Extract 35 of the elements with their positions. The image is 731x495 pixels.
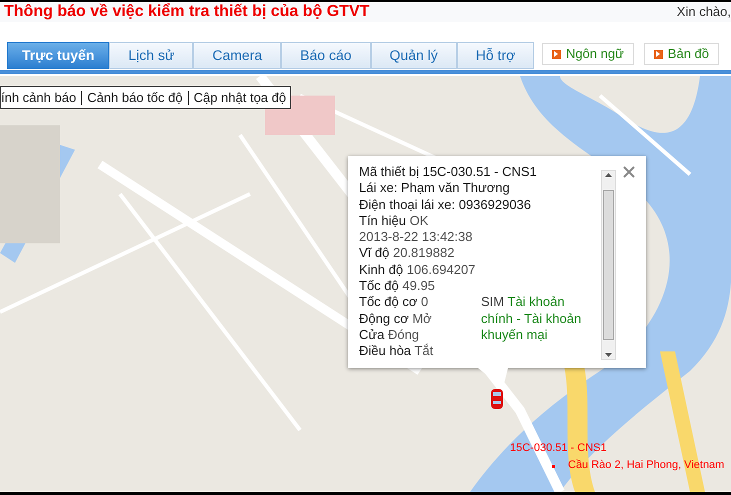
toolbar-link[interactable]: ính cảnh báo	[1, 88, 76, 108]
greeting-text: Xin chào,	[676, 3, 731, 22]
nav-tab[interactable]: Camera	[193, 42, 282, 69]
info-line: Điều hòa Tắt	[359, 343, 434, 360]
info-line: Cửa Đóng	[359, 326, 420, 344]
info-line: Tốc độ cơ 0	[359, 294, 428, 311]
info-line: Tín hiệu OK	[359, 212, 428, 230]
info-line: 2013-8-22 13:42:38	[359, 229, 472, 246]
info-line: Tốc độ 49.95	[359, 278, 435, 294]
info-line: Kinh độ 106.694207	[359, 262, 476, 278]
header-button[interactable]: Bản đồ	[644, 43, 719, 65]
toolbar-link[interactable]: Cập nhật tọa độ	[194, 88, 286, 108]
car-icon[interactable]	[491, 389, 503, 409]
info-line: Động cơ Mở	[359, 310, 432, 327]
scroll-down-icon[interactable]	[605, 353, 612, 357]
play-icon	[654, 50, 663, 58]
nav-tab[interactable]: Hỗ trợ	[456, 42, 534, 69]
nav-tab[interactable]: Trực tuyến	[7, 42, 110, 69]
nav-tab[interactable]: Lịch sử	[109, 42, 194, 69]
marker-label: 15C-030.51 - CNS1	[510, 441, 608, 456]
marker-address: Cầu Rào 2, Hai Phong, Vietnam	[568, 458, 724, 473]
close-icon[interactable]	[623, 166, 635, 178]
info-line: Lái xe: Phạm văn Thương	[359, 180, 510, 197]
play-icon	[552, 50, 561, 58]
scroll-thumb[interactable]	[603, 190, 614, 340]
scroll-up-icon[interactable]	[605, 173, 612, 177]
info-line: Vĩ độ 20.819882	[359, 245, 454, 262]
info-line: Điện thoại lái xe: 0936929036	[359, 196, 532, 213]
info-line: Mã thiết bị 15C-030.51 - CNS1	[359, 164, 537, 180]
page-title: Thông báo về việc kiểm tra thiết bị của bộ GTVT	[4, 2, 370, 22]
nav-tab[interactable]: Báo cáo	[281, 42, 371, 69]
nav-tab[interactable]: Quản lý	[370, 42, 457, 69]
toolbar-link[interactable]: Cảnh báo tốc độ	[87, 88, 183, 108]
sim-info: SIM Tài khoản chính - Tài khoản khuyến mại	[481, 294, 582, 344]
header-button[interactable]: Ngôn ngữ	[542, 43, 634, 65]
